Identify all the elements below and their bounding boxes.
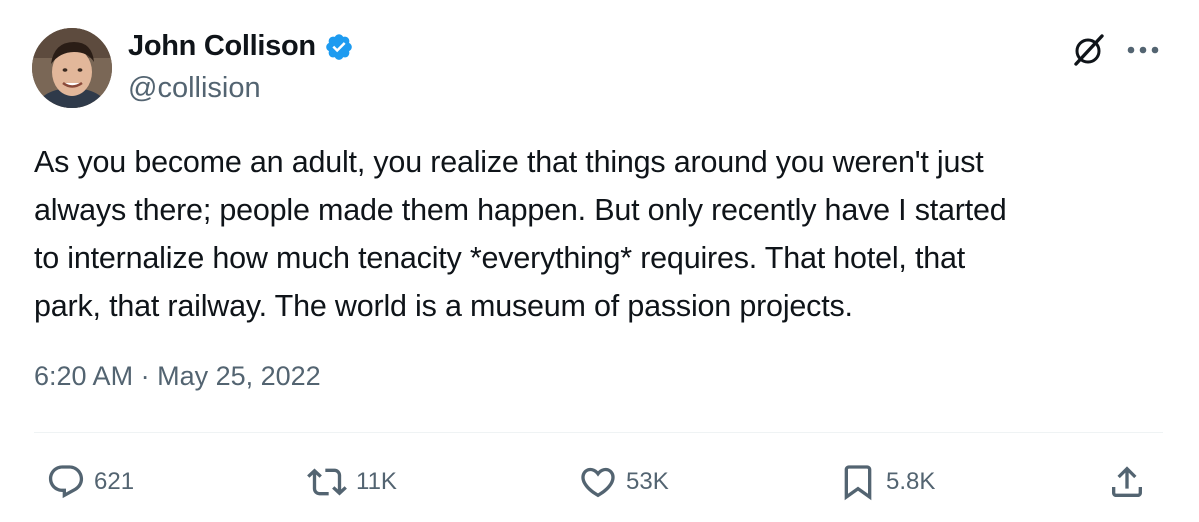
share-icon bbox=[1112, 466, 1142, 497]
tweet-top-actions bbox=[1069, 30, 1163, 70]
like-button[interactable]: 53K bbox=[578, 462, 669, 502]
repost-count: 11K bbox=[356, 468, 397, 495]
divider bbox=[34, 432, 1163, 433]
tweet-card: John Collison @collision As you become a… bbox=[0, 0, 1199, 522]
timestamp-separator: · bbox=[140, 361, 150, 391]
verified-badge-icon[interactable] bbox=[324, 32, 354, 62]
bookmark-button[interactable]: 5.8K bbox=[838, 462, 935, 502]
avatar[interactable] bbox=[32, 28, 112, 108]
reply-count: 621 bbox=[94, 468, 135, 495]
reply-button[interactable]: 621 bbox=[46, 462, 134, 502]
author-name-row: John Collison bbox=[128, 30, 354, 63]
like-count: 53K bbox=[626, 468, 669, 495]
repost-button[interactable]: 11K bbox=[306, 462, 397, 502]
author-handle[interactable]: @collision bbox=[128, 72, 261, 105]
bookmark-count: 5.8K bbox=[886, 468, 936, 495]
reply-icon bbox=[48, 465, 84, 499]
grok-icon[interactable] bbox=[1069, 30, 1109, 70]
author-display-name[interactable]: John Collison bbox=[128, 30, 316, 63]
tweet-timestamp[interactable]: 6:20 AM · May 25, 2022 bbox=[34, 361, 321, 392]
like-icon bbox=[581, 467, 615, 498]
tweet-actions: 621 11K 53K 5.8K bbox=[0, 458, 1199, 504]
tweet-date: May 25, 2022 bbox=[157, 361, 321, 391]
repost-icon bbox=[307, 468, 347, 496]
more-icon[interactable] bbox=[1123, 30, 1163, 70]
tweet-text: As you become an adult, you realize that… bbox=[34, 145, 1007, 323]
share-button[interactable] bbox=[1107, 462, 1147, 502]
bookmark-icon bbox=[844, 465, 872, 501]
avatar-image bbox=[32, 28, 112, 108]
tweet-time: 6:20 AM bbox=[34, 361, 134, 391]
